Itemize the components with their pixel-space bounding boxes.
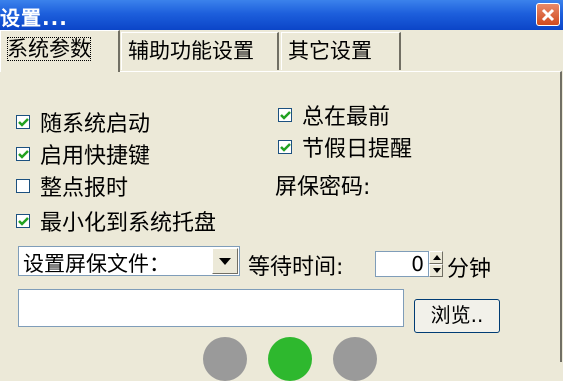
spin-down-button[interactable]	[429, 264, 443, 277]
screensaver-password-label: 屏保密码:	[275, 175, 371, 200]
arrow-up-icon	[433, 255, 441, 260]
always-on-top-checkbox[interactable]: 总在最前	[278, 99, 390, 131]
checkbox-label: 整点报时	[40, 176, 129, 201]
screensaver-file-select[interactable]: 设置屏保文件：	[18, 246, 240, 276]
screensaver-path-input[interactable]	[18, 289, 404, 327]
checkbox-label: 随系统启动	[40, 112, 151, 137]
spin-up-button[interactable]	[429, 251, 443, 264]
tab-accessibility[interactable]: 辅助功能设置	[121, 32, 279, 70]
browse-button[interactable]: 浏览..	[414, 299, 500, 333]
close-button[interactable]	[536, 3, 560, 26]
tab-label: 系统参数	[7, 37, 91, 61]
dropdown-button[interactable]	[212, 248, 238, 274]
wait-time-stepper[interactable]	[429, 251, 443, 277]
status-circle-middle	[268, 337, 312, 381]
checkbox-label: 最小化到系统托盘	[40, 211, 217, 236]
status-circle-right	[333, 337, 377, 381]
tab-label: 辅助功能设置	[128, 39, 254, 63]
tab-other-settings[interactable]: 其它设置	[281, 32, 401, 70]
tab-system-params[interactable]: 系统参数	[0, 30, 120, 72]
holiday-reminder-checkbox[interactable]: 节假日提醒	[278, 131, 412, 163]
checkbox-box	[16, 147, 30, 161]
status-circle-left	[203, 337, 247, 381]
hotkeys-checkbox[interactable]: 启用快捷键	[16, 138, 150, 170]
window-title: 设置...	[0, 6, 68, 30]
checkbox-label: 总在最前	[302, 105, 391, 130]
checkbox-box	[16, 214, 30, 228]
title-bar: 设置...	[0, 0, 563, 30]
select-value: 设置屏保文件：	[23, 252, 170, 276]
checkbox-box	[16, 115, 30, 129]
checkbox-box	[278, 140, 292, 154]
minutes-unit-label: 分钟	[447, 257, 492, 282]
minimize-to-tray-checkbox[interactable]: 最小化到系统托盘	[16, 205, 216, 237]
close-icon	[541, 8, 555, 22]
wait-time-input[interactable]: 0	[375, 251, 429, 277]
arrow-down-icon	[433, 268, 441, 273]
autostart-checkbox[interactable]: 随系统启动	[16, 106, 150, 138]
wait-time-label: 等待时间:	[248, 255, 344, 280]
checkbox-box	[16, 179, 30, 193]
tab-strip: 系统参数 辅助功能设置 其它设置	[0, 30, 563, 72]
checkbox-label: 启用快捷键	[40, 144, 151, 169]
chevron-down-icon	[219, 258, 231, 265]
tab-label: 其它设置	[288, 39, 372, 63]
hourly-chime-checkbox[interactable]: 整点报时	[16, 170, 128, 202]
checkbox-label: 节假日提醒	[302, 137, 413, 162]
checkbox-box	[278, 108, 292, 122]
